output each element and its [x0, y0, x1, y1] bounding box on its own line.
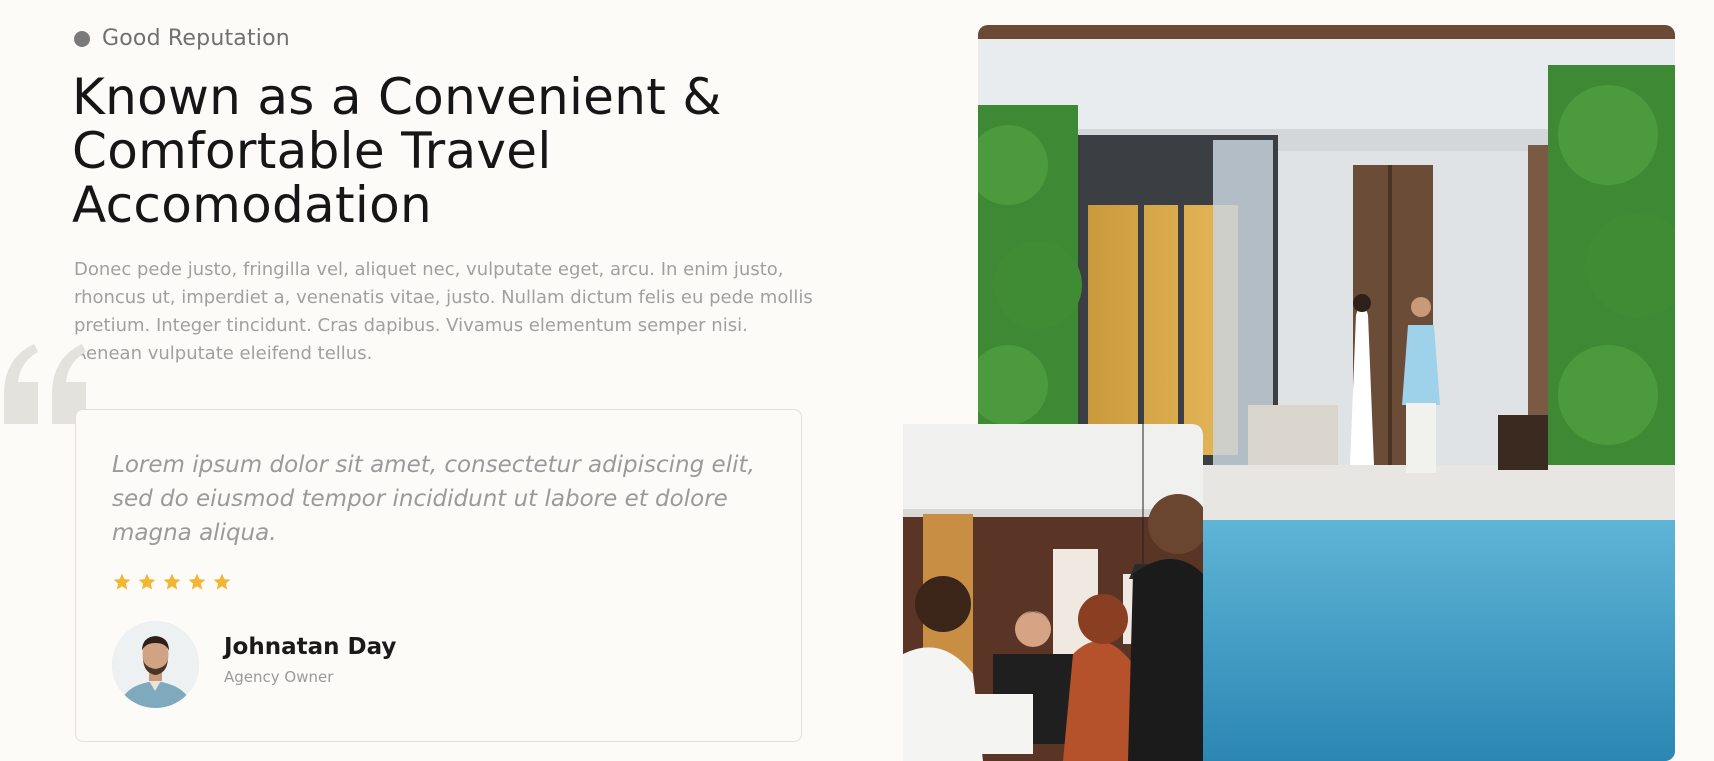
section-heading: Known as a Convenient & Comfortable Trav…	[72, 68, 722, 234]
dot-icon	[74, 30, 90, 47]
section-description: Donec pede justo, fringilla vel, aliquet…	[74, 259, 813, 364]
star-icon	[187, 572, 207, 592]
star-icon	[212, 572, 232, 592]
author-role: Agency Owner	[224, 668, 334, 686]
star-icon	[137, 572, 157, 592]
avatar	[112, 621, 199, 708]
testimonial-card: Lorem ipsum dolor sit amet, consectetur …	[75, 409, 802, 742]
rating-stars	[112, 572, 232, 592]
eyebrow-label: Good Reputation	[102, 26, 290, 51]
star-icon	[112, 572, 132, 592]
star-icon	[162, 572, 182, 592]
hotel-lobby-photo	[903, 424, 1203, 761]
author-name: Johnatan Day	[224, 634, 397, 660]
testimonial-quote: Lorem ipsum dolor sit amet, consectetur …	[112, 452, 755, 546]
eyebrow: Good Reputation	[74, 26, 290, 51]
